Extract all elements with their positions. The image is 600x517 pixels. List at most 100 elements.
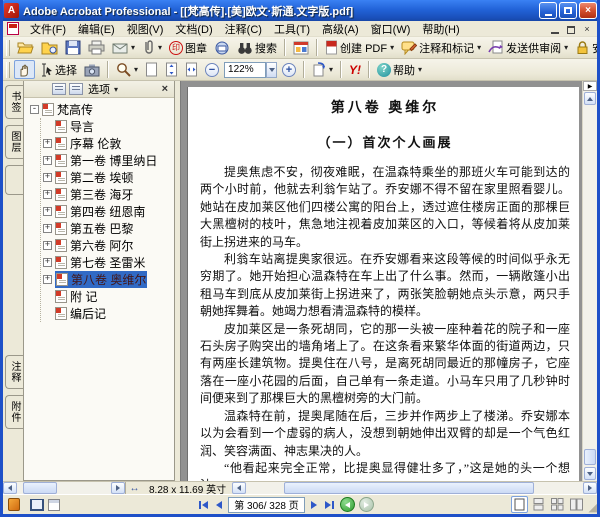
yahoo-toolbar-button[interactable]: Y! — [346, 61, 364, 79]
zoom-level-dropdown-button[interactable] — [266, 61, 278, 78]
previous-view-button[interactable] — [339, 497, 355, 512]
options-dropdown-arrow-icon[interactable]: ▾ — [114, 85, 118, 94]
status-panel-icon[interactable] — [48, 498, 60, 511]
menu-comments[interactable]: 注释(C) — [219, 20, 268, 38]
pane-resize-handle[interactable]: ↔ — [125, 482, 143, 494]
maximize-button[interactable] — [559, 2, 577, 19]
menu-help[interactable]: 帮助(H) — [416, 20, 465, 38]
scroll-up-button[interactable] — [584, 92, 596, 105]
nav-tab-comments[interactable]: 注释 — [5, 355, 23, 389]
menu-tools[interactable]: 工具(T) — [268, 20, 316, 38]
resize-grip-icon[interactable]: ◢ — [589, 503, 597, 514]
close-panel-button[interactable]: × — [159, 83, 171, 95]
vertical-scrollbar[interactable]: ▶ — [582, 81, 597, 481]
mdi-minimize-button[interactable] — [549, 24, 561, 34]
scroll-down-button[interactable] — [584, 467, 596, 480]
expand-expander-icon[interactable]: + — [43, 139, 52, 148]
bookmark-item[interactable]: + 序幕 伦敦 — [43, 135, 174, 152]
collapse-expander-icon[interactable]: - — [30, 105, 39, 114]
document-horizontal-scrollbar[interactable] — [232, 482, 597, 494]
panel-scroll-right-button[interactable] — [111, 482, 125, 494]
email-dropdown-arrow-icon[interactable]: ▾ — [131, 43, 135, 52]
bookmark-item-root[interactable]: - 梵高传 — [30, 101, 174, 118]
page-number-field[interactable]: 第 306/ 328 页 — [228, 496, 305, 513]
mdi-close-button[interactable]: × — [581, 24, 593, 34]
new-bookmark-icon[interactable] — [69, 83, 83, 95]
stamp-button[interactable]: 印 图章 — [166, 38, 210, 58]
panel-scroll-thumb[interactable] — [23, 482, 57, 494]
next-page-button[interactable] — [309, 500, 319, 510]
open-button[interactable] — [14, 38, 37, 57]
expand-expander-icon[interactable]: + — [43, 190, 52, 199]
rotate-view-button[interactable]: ▾ — [309, 60, 336, 79]
toolbar-grip[interactable] — [6, 61, 10, 78]
zoom-level-value[interactable]: 122% — [224, 61, 267, 78]
toolbar-grip[interactable] — [6, 39, 10, 56]
actual-size-button[interactable] — [142, 60, 161, 79]
nav-tab-bookmarks[interactable]: 书签 — [5, 85, 23, 119]
bookmark-label[interactable]: 第一卷 博里纳日 — [70, 152, 157, 169]
search-button[interactable]: 搜索 — [234, 38, 280, 58]
rotate-view-dropdown-arrow-icon[interactable]: ▾ — [329, 65, 333, 74]
bookmark-item[interactable]: 附 记 — [43, 288, 174, 305]
bookmark-label[interactable]: 第四卷 纽恩南 — [70, 203, 145, 220]
attach-button[interactable]: ▾ — [139, 38, 165, 57]
expand-expander-icon[interactable]: + — [43, 224, 52, 233]
menu-file[interactable]: 文件(F) — [24, 20, 72, 38]
bookmark-label[interactable]: 第五卷 巴黎 — [70, 220, 133, 237]
bookmark-item[interactable]: + 第四卷 纽恩南 — [43, 203, 174, 220]
panel-scroll-left-button[interactable] — [3, 482, 17, 494]
comment-dropdown-arrow-icon[interactable]: ▾ — [477, 43, 481, 52]
email-button[interactable]: ▾ — [109, 39, 138, 57]
bookmark-label[interactable]: 导言 — [70, 118, 94, 135]
menu-edit[interactable]: 编辑(E) — [72, 20, 121, 38]
menu-advanced[interactable]: 高级(A) — [316, 20, 365, 38]
expand-expander-icon[interactable]: + — [43, 173, 52, 182]
bookmark-item[interactable]: + 第三卷 海牙 — [43, 186, 174, 203]
doc-scroll-thumb[interactable] — [284, 482, 535, 494]
bookmark-label[interactable]: 编后记 — [70, 305, 106, 322]
panel-scroll-track[interactable] — [17, 482, 111, 494]
bookmark-item[interactable]: + 第一卷 博里纳日 — [43, 152, 174, 169]
bookmark-label[interactable]: 第七卷 圣雷米 — [70, 254, 145, 271]
snapshot-tool-button[interactable] — [81, 61, 103, 79]
create-pdf-button[interactable]: 创建 PDF ▾ — [322, 38, 397, 58]
status-monitor-icon[interactable] — [30, 498, 44, 511]
expand-expander-icon[interactable]: + — [43, 275, 52, 284]
bookmark-label[interactable]: 第三卷 海牙 — [70, 186, 133, 203]
bookmark-item-selected[interactable]: + 第八卷 奥维尔 — [43, 271, 174, 288]
doc-scroll-track[interactable] — [246, 482, 583, 494]
bookmark-item[interactable]: 导言 — [43, 118, 174, 135]
menu-window[interactable]: 窗口(W) — [365, 20, 417, 38]
nav-tab-layers[interactable]: 图层 — [5, 125, 23, 159]
send-review-dropdown-arrow-icon[interactable]: ▾ — [564, 43, 568, 52]
continuous-layout-button[interactable] — [530, 496, 547, 513]
minimize-button[interactable] — [539, 2, 557, 19]
zoom-tool-button[interactable]: ▾ — [113, 60, 141, 79]
single-page-layout-button[interactable] — [511, 496, 529, 513]
mdi-restore-button[interactable] — [565, 24, 577, 34]
menu-view[interactable]: 视图(V) — [121, 20, 170, 38]
how-to-button[interactable] — [290, 39, 312, 57]
print-button[interactable] — [85, 38, 108, 57]
fit-page-button[interactable] — [162, 60, 181, 79]
bookmark-label[interactable]: 梵高传 — [57, 101, 93, 118]
select-tool-button[interactable]: 选择 — [36, 60, 80, 80]
pdf-page[interactable]: 第八卷 奥维尔 （一）首次个人画展 提奥焦虑不安，彻夜难眠，在温森特乘坐的那班火… — [188, 87, 579, 481]
bookmark-label[interactable]: 第二卷 埃顿 — [70, 169, 133, 186]
help-dropdown-arrow-icon[interactable]: ▾ — [418, 65, 422, 74]
menu-document[interactable]: 文档(D) — [169, 20, 218, 38]
expand-expander-icon[interactable]: + — [43, 156, 52, 165]
zoom-in-button[interactable]: + — [279, 61, 299, 79]
mail-review-button[interactable] — [211, 39, 233, 57]
bookmark-label[interactable]: 第八卷 奥维尔 — [71, 271, 146, 288]
vertical-scroll-thumb[interactable] — [584, 449, 596, 465]
nav-tab-attachments[interactable]: 附件 — [5, 395, 23, 429]
bookmark-label[interactable]: 附 记 — [70, 288, 97, 305]
organizer-button[interactable] — [38, 38, 61, 57]
bookmark-item[interactable]: + 第二卷 埃顿 — [43, 169, 174, 186]
pane-menu-arrow-icon[interactable]: ▶ — [583, 81, 597, 91]
bookmark-label[interactable]: 第六卷 阿尔 — [70, 237, 133, 254]
attach-dropdown-arrow-icon[interactable]: ▾ — [158, 43, 162, 52]
zoom-out-button[interactable]: − — [202, 61, 222, 79]
